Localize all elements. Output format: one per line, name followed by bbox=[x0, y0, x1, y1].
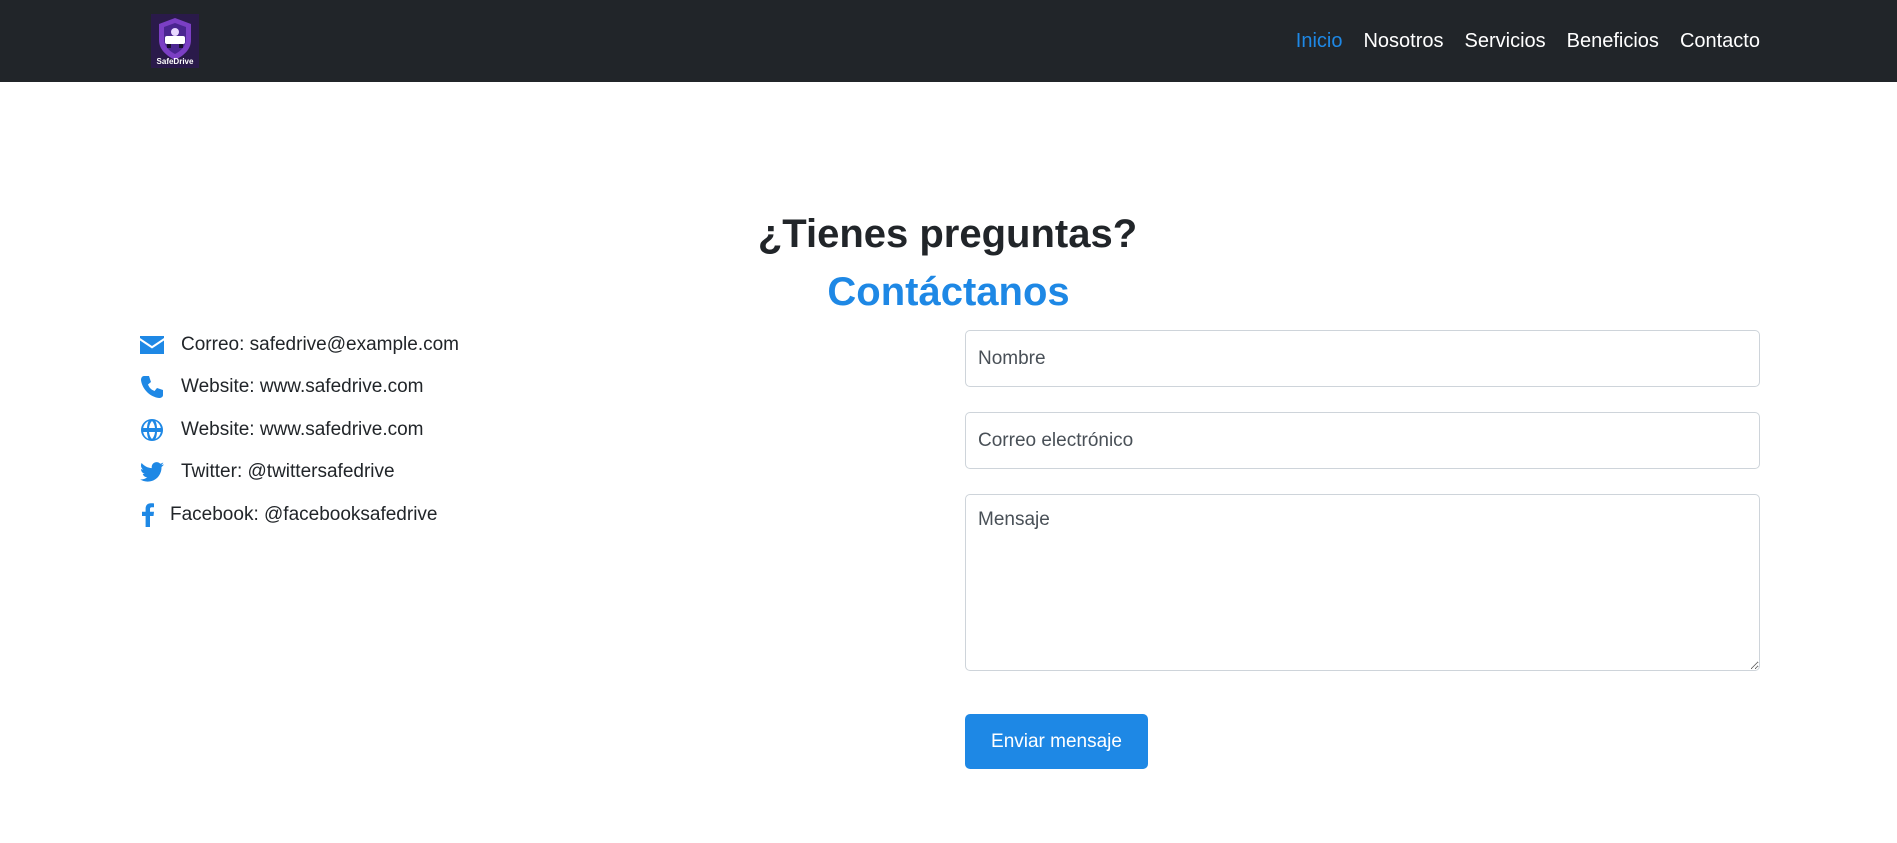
send-message-button[interactable]: Enviar mensaje bbox=[965, 714, 1148, 769]
contact-phone-text: Website: www.safedrive.com bbox=[181, 376, 424, 397]
envelope-icon bbox=[138, 331, 166, 359]
contact-item-phone: Website: www.safedrive.com bbox=[138, 372, 424, 402]
nav-item-contacto[interactable]: Contacto bbox=[1680, 30, 1760, 53]
safedrive-logo[interactable]: SafeDrive bbox=[151, 14, 199, 68]
section-subtitle: Contáctanos bbox=[827, 270, 1070, 314]
email-input[interactable] bbox=[965, 412, 1760, 469]
message-textarea[interactable] bbox=[965, 494, 1760, 671]
contact-twitter-text: Twitter: @twittersafedrive bbox=[181, 461, 395, 482]
contact-facebook-text: Facebook: @facebooksafedrive bbox=[170, 504, 438, 525]
navbar: SafeDrive Inicio Nosotros Servicios Bene… bbox=[0, 0, 1897, 82]
contact-item-twitter: Twitter: @twittersafedrive bbox=[138, 457, 395, 487]
twitter-icon bbox=[138, 458, 166, 486]
contact-website-text: Website: www.safedrive.com bbox=[181, 419, 424, 440]
section-title-text: ¿Tienes preguntas? bbox=[757, 212, 1138, 256]
phone-icon bbox=[138, 373, 166, 401]
section-title: ¿Tienes preguntas? bbox=[0, 212, 1897, 257]
nav-item-inicio[interactable]: Inicio bbox=[1296, 30, 1343, 53]
facebook-icon bbox=[138, 501, 158, 529]
nav-menu: Inicio Nosotros Servicios Beneficios Con… bbox=[1275, 0, 1760, 82]
contact-item-website: Website: www.safedrive.com bbox=[138, 415, 424, 445]
nav-item-servicios[interactable]: Servicios bbox=[1465, 30, 1546, 53]
contact-email-text: Correo: safedrive@example.com bbox=[181, 334, 460, 355]
contact-item-facebook: Facebook: @facebooksafedrive bbox=[138, 500, 438, 530]
logo-text: SafeDrive bbox=[156, 57, 194, 66]
nav-item-beneficios[interactable]: Beneficios bbox=[1567, 30, 1659, 53]
nav-item-nosotros[interactable]: Nosotros bbox=[1363, 30, 1443, 53]
globe-icon bbox=[138, 416, 166, 444]
contact-item-email: Correo: safedrive@example.com bbox=[138, 330, 459, 360]
name-input[interactable] bbox=[965, 330, 1760, 387]
